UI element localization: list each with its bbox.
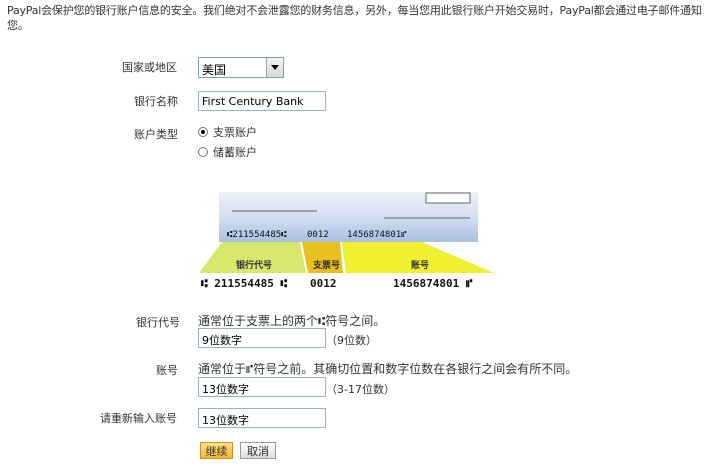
bottom-micr-routing: ⑆ 211554485 ⑆ [201,277,287,290]
routing-band-label: 银行代号 [236,259,272,271]
confirm-account-label: 请重新输入账号 [100,412,177,425]
bank-name-input[interactable]: First Century Bank [198,91,326,111]
routing-band [199,242,306,273]
account-band [342,242,494,273]
check-micr-account: 1456874801⑈ [347,230,407,240]
radio-checking-button[interactable] [198,127,208,137]
check-box [425,192,471,204]
radio-checking[interactable]: 支票账户 [198,124,257,140]
account-label: 账号 [156,364,178,377]
country-label: 国家或地区 [122,61,177,74]
bottom-micr-check: 0012 [310,277,337,290]
cancel-button[interactable]: 取消 [240,442,276,459]
routing-hint: 通常位于支票上的两个⑆符号之间。 [198,314,386,328]
check-band-label: 支票号 [312,259,340,271]
radio-checking-label: 支票账户 [213,126,257,139]
country-selected-value: 美国 [202,63,227,77]
chevron-down-icon[interactable] [266,58,283,77]
bottom-micr-account: 1456874801 ⑈ [393,277,473,290]
account-suffix: （3-17位数） [326,383,395,396]
radio-savings-button[interactable] [198,147,208,157]
bank-name-label: 银行名称 [134,95,178,108]
continue-button[interactable]: 继续 [200,442,233,459]
check-micr-routing: ⑆211554485⑆ [227,230,287,240]
confirm-account-input[interactable]: 13位数字 [198,408,326,428]
radio-savings[interactable]: 储蓄账户 [198,144,257,160]
account-input[interactable]: 13位数字 [198,377,326,397]
account-band-label: 账号 [411,259,429,271]
routing-input[interactable]: 9位数字 [198,328,326,348]
intro-text: PayPal会保护您的银行账户信息的安全。我们绝对不会泄露您的财务信息，另外，每… [7,4,702,32]
country-select[interactable]: 美国 [198,57,284,78]
radio-savings-label: 储蓄账户 [213,146,257,159]
check-band [302,242,343,273]
routing-label: 银行代号 [136,316,180,329]
routing-suffix: （9位数） [326,334,377,347]
check-micr-check: 0012 [307,230,329,240]
account-hint: 通常位于⑈符号之前。其确切位置和数字位数在各银行之间会有所不同。 [198,362,578,376]
check-body [219,192,478,242]
account-type-label: 账户类型 [134,128,178,141]
